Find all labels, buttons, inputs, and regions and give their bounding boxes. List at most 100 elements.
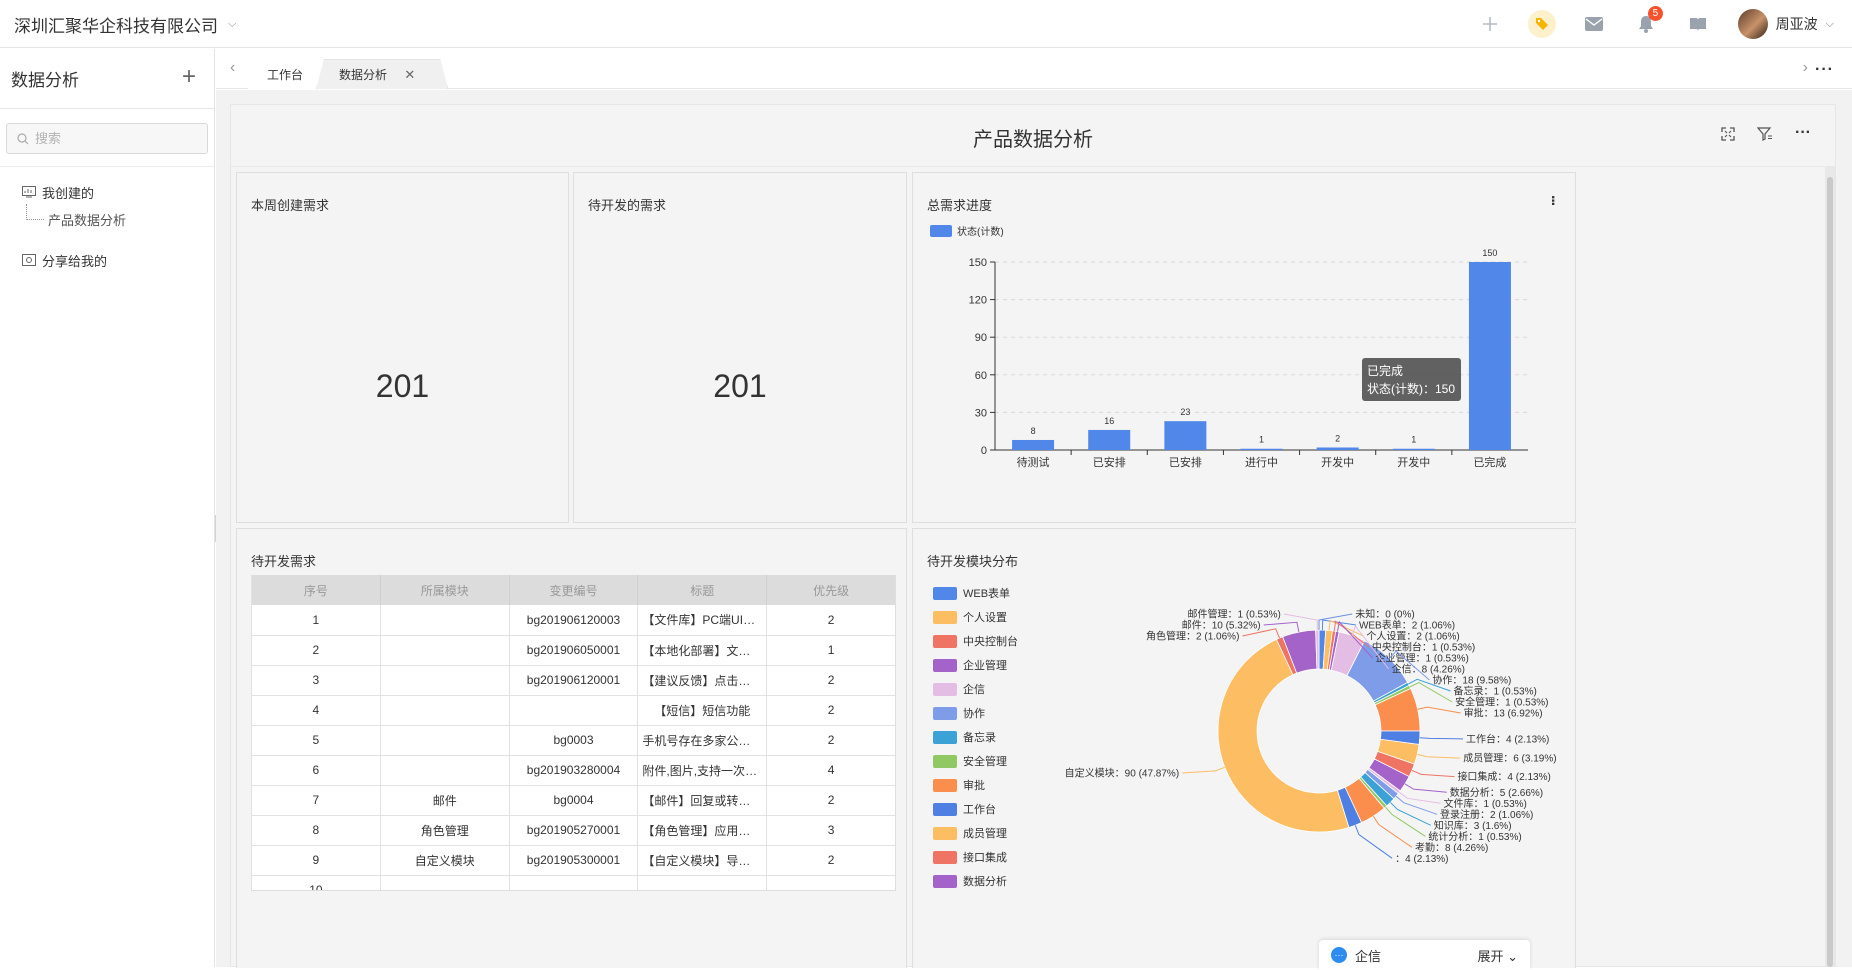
tooltip-title: 已完成: [1367, 363, 1403, 378]
search-input[interactable]: [35, 131, 185, 146]
table-cell: [380, 665, 510, 696]
qixin-chat-bar[interactable]: ··· 企信 展开 ⌄: [1319, 940, 1530, 970]
more-icon[interactable]: ···: [1795, 125, 1811, 141]
table-row[interactable]: 8角色管理bg201905270001【角色管理】应用名称增...3: [251, 815, 895, 846]
chevron-down-icon: ⌵: [228, 18, 237, 30]
dashboard: 产品数据分析 ··· 本周创建需求 201 待开发的需求 201 总需求进度 ·…: [230, 104, 1836, 968]
table-cell: bg201906120001: [509, 665, 639, 696]
slice-label: 协作：18 (9.58%): [1432, 674, 1511, 687]
notification-bell-icon[interactable]: 5: [1620, 0, 1672, 48]
table-cell: 2: [766, 725, 895, 756]
label-leader: [1398, 791, 1441, 804]
table-cell: [380, 875, 510, 890]
slice-label: 知识库：3 (1.6%): [1434, 819, 1512, 832]
requirements-table: 序号 所属模块 变更编号 标题 优先级 1 bg201906120003 【文件库】PC端U…: [251, 575, 895, 890]
y-tick-label: 0: [981, 445, 987, 457]
slice-label: 工作台：4 (2.13%): [1466, 732, 1549, 745]
table-row[interactable]: 5 bg0003手机号存在多家公司登录...2: [251, 725, 895, 756]
tab-workbench[interactable]: 工作台: [248, 59, 323, 89]
slice-label: 自定义模块：90 (47.87%): [1065, 767, 1179, 780]
slice-label: 数据分析：5 (2.66%): [1450, 786, 1543, 799]
table-cell: [509, 875, 639, 890]
more-icon[interactable]: ···: [1815, 61, 1834, 79]
donut-chart: 未知：0 (0%)WEB表单：2 (1.06%)个人设置：2 (1.06%)中央…: [1065, 608, 1557, 865]
label-leader: [1404, 783, 1447, 793]
tab-prev-icon[interactable]: ‹: [230, 59, 235, 77]
top-bar: 深圳汇聚华企科技有限公司 ⌵ 5 周亚波 ⌵: [0, 0, 1852, 48]
table-cell: bg0004: [509, 785, 639, 816]
table-cell: 【本地化部署】文件库支...: [637, 635, 768, 666]
slice-label: WEB表单：2 (1.06%): [1359, 619, 1455, 632]
add-icon[interactable]: [1464, 0, 1516, 48]
tab-label: 数据分析: [339, 68, 388, 82]
table-row[interactable]: 1 bg201906120003 【文件库】PC端UI优化 2: [251, 605, 895, 636]
slice-label: 个人设置：2 (1.06%): [1366, 631, 1459, 643]
table-row[interactable]: 4 【短信】短信功能 2: [251, 695, 895, 726]
column-header: 标题: [637, 575, 768, 605]
expand-label: 展开: [1477, 948, 1504, 964]
sidebar: 数据分析 + 我创建的 产品数据分析 分享给我的: [0, 49, 215, 967]
bar-value-label: 150: [1482, 248, 1497, 258]
table-row[interactable]: 7邮件bg0004【邮件】回复或转发邮件...2: [251, 785, 895, 816]
table-cell: 【角色管理】应用名称增...: [637, 815, 768, 846]
table-cell: 【短信】短信功能: [637, 695, 768, 726]
add-report-button[interactable]: +: [182, 65, 196, 89]
slice-label: 统计分析：1 (0.53%): [1428, 830, 1521, 843]
dashboard-scrollbar[interactable]: [1825, 167, 1835, 967]
table-cell: 7: [251, 785, 381, 816]
tree-node-my-created[interactable]: 我创建的: [0, 179, 214, 205]
table-cell: 【邮件】回复或转发邮件...: [637, 785, 768, 816]
table-cell: 10: [251, 875, 381, 890]
table-cell: bg201906050001: [509, 635, 639, 666]
table-cell: [380, 725, 510, 756]
card-title: 待开发需求: [251, 554, 317, 569]
tag-button[interactable]: [1516, 0, 1568, 48]
tree-label: 我创建的: [42, 185, 95, 201]
table-row[interactable]: 9自定义模块bg201905300001【自定义模块】导入数据...2: [251, 845, 895, 876]
slice-label: 登录注册：2 (1.06%): [1440, 808, 1533, 821]
company-switcher[interactable]: 深圳汇聚华企科技有限公司 ⌵: [14, 12, 236, 37]
x-tick-label: 进行中: [1245, 456, 1278, 469]
book-icon[interactable]: [1672, 0, 1724, 48]
kpi-value: 201: [375, 368, 430, 404]
user-menu[interactable]: 周亚波 ⌵: [1724, 9, 1852, 39]
tooltip: 已完成状态(计数)：150: [1362, 358, 1461, 401]
y-tick-label: 90: [975, 332, 987, 344]
bar: [1012, 439, 1055, 450]
qixin-label: 企信: [1355, 948, 1382, 964]
table-cell: 2: [766, 665, 895, 696]
table-row[interactable]: 3 bg201906120001【建议反馈】点击建议反...2: [251, 665, 895, 696]
tree-node-shared[interactable]: 分享给我的: [0, 247, 214, 273]
table-cell: bg201905300001: [509, 845, 639, 876]
table-cell: 6: [251, 755, 381, 786]
slice-label: 邮件：10 (5.32%): [1182, 619, 1261, 632]
tab-bar: ‹ 工作台 数据分析 ✕ › ···: [216, 49, 1852, 89]
table-row[interactable]: 6 bg201903280004 附件,图片,支持一次上传... 4: [251, 755, 895, 786]
chat-icon: ···: [1331, 947, 1347, 963]
tab-data-analysis[interactable]: 数据分析 ✕: [316, 59, 448, 89]
y-tick-label: 150: [969, 257, 987, 269]
label-leader: [1419, 737, 1464, 740]
table-cell: bg201905270001: [509, 815, 639, 846]
search-icon: [17, 132, 29, 144]
expand-button[interactable]: 展开 ⌄: [1477, 946, 1518, 965]
tree-item-product-analysis[interactable]: 产品数据分析: [0, 204, 214, 233]
company-name: 深圳汇聚华企科技有限公司: [14, 17, 218, 36]
close-icon[interactable]: ✕: [404, 67, 415, 82]
fullscreen-icon[interactable]: [1721, 127, 1735, 141]
tab-next-icon[interactable]: ›: [1803, 59, 1808, 77]
table-scroll[interactable]: 序号 所属模块 变更编号 标题 优先级 1 bg201906120003 【文件库】PC端U…: [251, 575, 896, 891]
table-cell: 【建议反馈】点击建议反...: [637, 665, 768, 696]
tree-label: 分享给我的: [42, 253, 108, 269]
table-cell: 【文件库】PC端UI优化: [637, 605, 768, 636]
bar-value-label: 23: [1180, 407, 1190, 417]
mail-icon[interactable]: [1568, 0, 1620, 48]
table-row[interactable]: 10: [251, 875, 895, 890]
filter-icon[interactable]: [1757, 127, 1773, 141]
table-cell: 2: [766, 695, 895, 726]
chart-card-distribution: 待开发模块分布 WEB表单 个人设置 中央控制台 企业管理 企信 协作 备忘录 安全管理 审批工…: [912, 528, 1576, 968]
x-tick-label: 已安排: [1093, 455, 1126, 469]
table-cell: 手机号存在多家公司登录...: [637, 725, 768, 756]
table-row[interactable]: 2 bg201906050001【本地化部署】文件库支...1: [251, 635, 895, 666]
y-tick-label: 120: [969, 295, 987, 307]
